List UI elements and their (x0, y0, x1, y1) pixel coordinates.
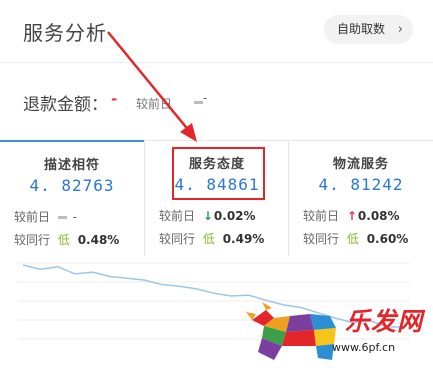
watermark: 乐发网 www.6pf.cn (244, 298, 433, 368)
watermark-logo-text: 乐发网 (345, 307, 424, 336)
watermark-url: www.6pf.cn (332, 341, 396, 354)
bull-logo-icon (246, 302, 336, 360)
